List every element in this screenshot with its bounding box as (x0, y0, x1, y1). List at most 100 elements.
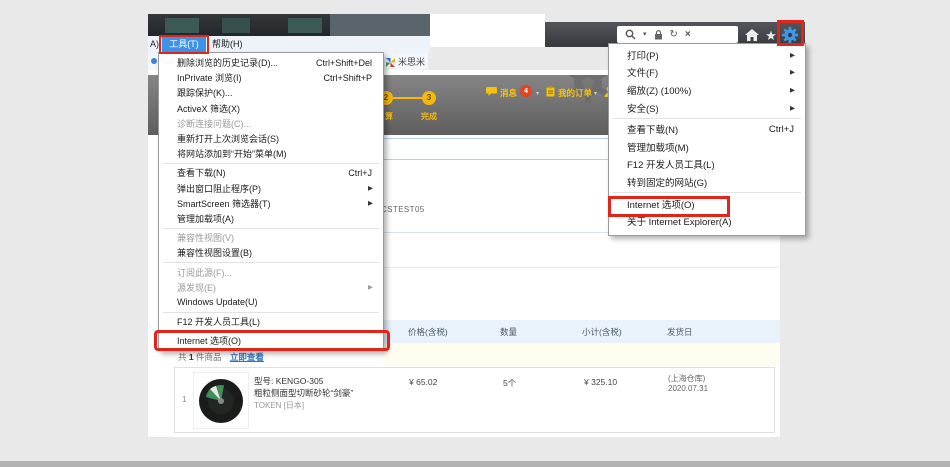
product-image-box[interactable] (193, 372, 249, 429)
menu-item-print[interactable]: 打印(P)▶ (611, 46, 803, 64)
menu-separator (163, 228, 379, 229)
banner-thumb (288, 18, 322, 33)
menu-tools[interactable]: 工具(T) (162, 36, 206, 53)
menu-item-delete-history[interactable]: 删除浏览的历史记录(D)...Ctrl+Shift+Del (161, 55, 381, 70)
view-now-link[interactable]: 立即查看 (230, 352, 264, 362)
menu-item-smartscreen[interactable]: SmartScreen 筛选器(T)▶ (161, 196, 381, 211)
submenu-arrow-icon: ▶ (368, 199, 381, 207)
menu-item-tracking-protection[interactable]: 跟踪保护(K)... (161, 85, 381, 100)
menu-item-windows-update[interactable]: Windows Update(U) (161, 295, 381, 310)
messages-link[interactable]: 消息 (500, 87, 517, 99)
menu-item-popup-blocker[interactable]: 弹出窗口阻止程序(P)▶ (161, 181, 381, 196)
message-bubble-icon (486, 87, 497, 96)
menu-item-compat-view: 兼容性视图(V) (161, 230, 381, 245)
step-3-label: 完成 (421, 111, 437, 122)
screenshot-canvas: A) 帮助(H) 工具(T) W 米思米 ▾ ↻ × ★ (0, 0, 950, 467)
menu-item-file[interactable]: 文件(F)▶ (611, 64, 803, 82)
col-subtotal: 小计(含税) (582, 326, 622, 338)
product-model[interactable]: 型号: KENGO-305 (254, 375, 323, 387)
search-icon[interactable] (625, 29, 636, 40)
username-text: CSTEST05 (381, 205, 425, 214)
banner-thumb (165, 18, 199, 33)
product-name[interactable]: 粗粒侧面型切断砂轮“剑豪” (254, 387, 353, 399)
product-warehouse: (上海仓库) (668, 373, 705, 384)
menu-item-safety[interactable]: 安全(S)▶ (611, 99, 803, 117)
menu-item-manage-addons[interactable]: 管理加载项(A) (161, 211, 381, 226)
menu-item-f12-devtools[interactable]: F12 开发人员工具(L) (161, 314, 381, 329)
menu-item-diagnose-connection: 诊断连接问题(C)... (161, 116, 381, 131)
product-subtotal: ¥ 325.10 (584, 377, 617, 387)
col-ship-date: 发货日 (667, 326, 693, 338)
banner-thumb (330, 14, 430, 36)
menu-item-view-downloads[interactable]: 查看下载(N)Ctrl+J (161, 165, 381, 180)
product-price: ¥ 65.02 (409, 377, 437, 387)
menu-item-add-site-to-start[interactable]: 将网站添加到“开始”菜单(M) (161, 146, 381, 161)
menu-item-reopen-last-session[interactable]: 重新打开上次浏览会话(S) (161, 131, 381, 146)
settings-gear-button[interactable] (781, 26, 799, 44)
product-brand: TOKEN [日本] (254, 400, 304, 411)
favorite-item-misumi[interactable]: 米思米 (398, 57, 425, 68)
refresh-icon[interactable]: ↻ (670, 30, 678, 40)
menu-item-goto-pinned-sites[interactable]: 转到固定的网站(G) (611, 173, 803, 191)
gear-icon (781, 25, 799, 45)
favorite-favicon (151, 58, 157, 64)
blank-panel (430, 14, 545, 47)
menu-item-internet-options[interactable]: Internet 选项(O) (611, 195, 803, 213)
menu-separator (163, 163, 379, 164)
summary-count: 1 (189, 352, 194, 362)
product-ship-date: 2020.07.31 (668, 384, 708, 393)
search-address-box[interactable]: ▾ ↻ × (617, 26, 738, 43)
menu-separator (163, 262, 379, 263)
step-connector (393, 97, 422, 99)
home-button[interactable] (743, 26, 761, 44)
stop-icon[interactable]: × (685, 30, 691, 40)
menu-item-internet-options[interactable]: Internet 选项(O) (161, 333, 381, 348)
menu-item-manage-addons[interactable]: 管理加载项(M) (611, 138, 803, 156)
search-dropdown-caret-icon[interactable]: ▾ (643, 30, 647, 40)
summary-prefix: 共 (178, 352, 187, 362)
col-qty: 数量 (500, 326, 517, 338)
submenu-arrow-icon: ▶ (368, 184, 381, 192)
lock-icon (654, 29, 663, 40)
top-banner-image (148, 14, 430, 36)
banner-thumb (222, 18, 250, 33)
step-3-circle: 3 (422, 91, 436, 105)
submenu-arrow-icon: ▶ (790, 51, 803, 59)
menu-item-zoom[interactable]: 缩放(Z) (100%)▶ (611, 81, 803, 99)
submenu-arrow-icon: ▶ (368, 283, 381, 291)
menu-item-view-downloads[interactable]: 查看下载(N)Ctrl+J (611, 120, 803, 138)
menu-item-activex-filter[interactable]: ActiveX 筛选(X) (161, 101, 381, 116)
orders-clipboard-icon (546, 86, 555, 97)
star-icon: ★ (765, 29, 777, 42)
summary-suffix: 件商品 (196, 352, 222, 362)
favorites-button[interactable]: ★ (762, 26, 780, 44)
highlight-strip (383, 343, 780, 366)
tools-dropdown-menu: 删除浏览的历史记录(D)...Ctrl+Shift+Del InPrivate … (158, 52, 384, 351)
product-quantity: 5个 (503, 377, 516, 389)
menu-item-about-ie[interactable]: 关于 Internet Explorer(A) (611, 212, 803, 230)
pinwheel-favicon (386, 58, 395, 67)
product-row[interactable]: 1 型号: KENGO-305 粗粒侧面型切断砂轮“剑豪” TOKEN [日本]… (174, 367, 775, 433)
menu-item-compat-view-settings[interactable]: 兼容性视图设置(B) (161, 245, 381, 260)
menu-separator (163, 312, 379, 313)
menu-separator (613, 118, 801, 119)
menu-separator (613, 192, 801, 193)
menu-item-feed-discovery: 源发现(E)▶ (161, 280, 381, 295)
messages-caret-icon[interactable]: ▾ (536, 90, 539, 97)
home-icon (745, 29, 759, 41)
messages-badge: 4 (520, 85, 532, 97)
orders-caret-icon[interactable]: ▾ (594, 90, 597, 97)
bottom-border-strip (0, 461, 950, 467)
item-count-summary: 共 1 件商品 立即查看 (178, 351, 264, 363)
menu-help[interactable]: 帮助(H) (212, 36, 243, 53)
menu-item-f12-devtools[interactable]: F12 开发人员工具(L) (611, 156, 803, 174)
my-orders-link[interactable]: 我的订单 (558, 87, 592, 99)
menu-item-inprivate[interactable]: InPrivate 浏览(I)Ctrl+Shift+P (161, 70, 381, 85)
submenu-arrow-icon: ▶ (790, 68, 803, 76)
submenu-arrow-icon: ▶ (790, 104, 803, 112)
menu-separator (163, 331, 379, 332)
menu-favorites-partial[interactable]: A) (150, 36, 159, 53)
cutting-wheel-image (198, 378, 244, 424)
submenu-arrow-icon: ▶ (790, 86, 803, 94)
gear-dropdown-menu: 打印(P)▶ 文件(F)▶ 缩放(Z) (100%)▶ 安全(S)▶ 查看下载(… (608, 43, 806, 236)
